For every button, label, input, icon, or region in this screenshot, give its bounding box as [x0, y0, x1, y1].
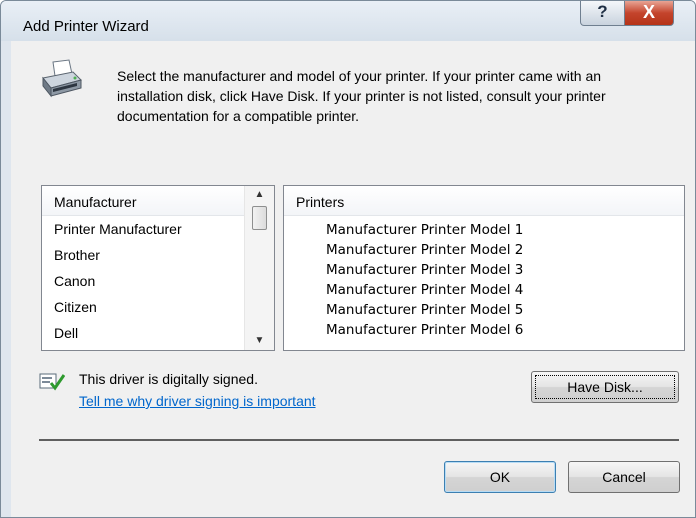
close-icon: X	[642, 2, 655, 22]
ok-label: OK	[489, 469, 511, 485]
list-item[interactable]: Printer Manufacturer	[42, 216, 244, 242]
list-item[interactable]: Canon	[42, 268, 244, 294]
printers-listbox[interactable]: Printers Manufacturer Printer Model 1 Ma…	[283, 185, 685, 351]
list-item[interactable]: Manufacturer Printer Model 4	[284, 280, 684, 300]
list-item[interactable]: Manufacturer Printer Model 3	[284, 260, 684, 280]
separator	[39, 439, 679, 441]
scroll-thumb[interactable]	[252, 206, 267, 230]
have-disk-button[interactable]: Have Disk...	[531, 371, 679, 403]
signed-driver-icon	[39, 373, 65, 391]
cancel-label: Cancel	[602, 469, 646, 485]
list-item[interactable]: Brother	[42, 242, 244, 268]
ok-button[interactable]: OK	[444, 461, 556, 493]
list-item[interactable]: Manufacturer Printer Model 1	[284, 220, 684, 240]
list-item[interactable]: Manufacturer Printer Model 2	[284, 240, 684, 260]
scroll-down-arrow-icon[interactable]: ▼	[245, 332, 274, 350]
cancel-button[interactable]: Cancel	[568, 461, 680, 493]
printers-list: Manufacturer Printer Model 1 Manufacture…	[284, 220, 684, 340]
printers-column-header[interactable]: Printers	[284, 186, 684, 216]
manufacturer-list: Printer Manufacturer Brother Canon Citiz…	[42, 216, 244, 346]
list-item[interactable]: Manufacturer Printer Model 6	[284, 320, 684, 340]
printers-header-label: Printers	[296, 194, 345, 210]
manufacturer-column-header[interactable]: Manufacturer	[42, 186, 244, 216]
have-disk-label: Have Disk...	[567, 379, 643, 395]
manufacturer-header-label: Manufacturer	[54, 194, 137, 210]
help-icon: ?	[597, 2, 608, 21]
printer-icon	[42, 59, 82, 98]
close-button[interactable]: X	[624, 1, 674, 26]
list-item[interactable]: Dell	[42, 320, 244, 346]
list-item[interactable]: Manufacturer Printer Model 5	[284, 300, 684, 320]
instructions-text: Select the manufacturer and model of you…	[117, 68, 606, 124]
driver-signing-link[interactable]: Tell me why driver signing is important	[79, 393, 316, 409]
help-button[interactable]: ?	[580, 1, 625, 26]
dialog-body: Select the manufacturer and model of you…	[11, 41, 695, 517]
list-item[interactable]: Citizen	[42, 294, 244, 320]
add-printer-wizard-window: Add Printer Wizard ? X Select the manufa…	[0, 0, 696, 518]
manufacturer-scrollbar[interactable]: ▲ ▼	[244, 186, 274, 350]
title-bar[interactable]: Add Printer Wizard ? X	[1, 1, 695, 41]
window-title: Add Printer Wizard	[23, 18, 149, 35]
scroll-up-arrow-icon[interactable]: ▲	[245, 186, 274, 204]
manufacturer-listbox[interactable]: Manufacturer Printer Manufacturer Brothe…	[41, 185, 275, 351]
signing-status-text: This driver is digitally signed.	[79, 371, 258, 387]
